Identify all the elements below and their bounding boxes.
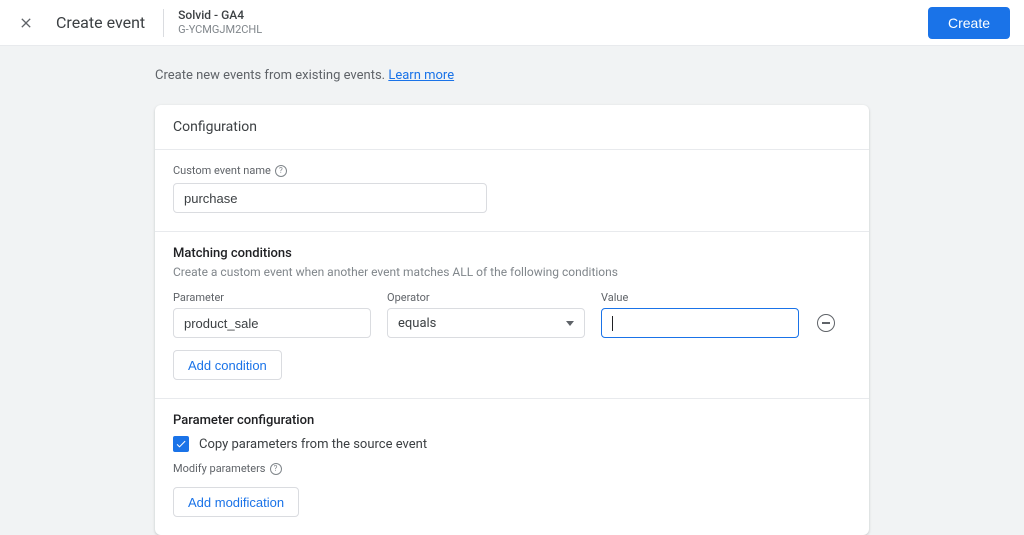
account-name: Solvid - GA4 [178,8,262,23]
header: Create event Solvid - GA4 G-YCMGJM2CHL C… [0,0,1024,46]
custom-event-name-input[interactable] [173,183,487,213]
content: Create new events from existing events. … [0,46,1024,535]
divider [163,9,164,37]
create-button[interactable]: Create [928,7,1010,39]
intro-text: Create new events from existing events. … [155,68,869,83]
copy-params-checkbox[interactable] [173,436,189,452]
help-icon[interactable]: ? [270,463,282,475]
close-icon[interactable] [14,11,38,35]
event-name-label: Custom event name ? [173,164,851,177]
operator-value: equals [398,316,436,331]
account-id: G-YCMGJM2CHL [178,23,262,37]
remove-condition-icon[interactable] [817,314,835,332]
section-matching: Matching conditions Create a custom even… [155,232,869,399]
section-param-config: Parameter configuration Copy parameters … [155,399,869,535]
configuration-card: Configuration Custom event name ? Matchi… [155,105,869,535]
matching-title: Matching conditions [173,246,851,261]
help-icon[interactable]: ? [275,165,287,177]
parameter-input[interactable] [173,308,371,338]
copy-params-row: Copy parameters from the source event [173,436,851,452]
value-input[interactable] [601,308,799,338]
add-condition-button[interactable]: Add condition [173,350,282,380]
condition-labels: Parameter Operator Value [173,291,851,304]
page-title: Create event [56,13,145,32]
header-left: Create event Solvid - GA4 G-YCMGJM2CHL [14,8,262,37]
operator-select[interactable]: equals [387,308,585,338]
matching-subtitle: Create a custom event when another event… [173,265,851,279]
add-modification-button[interactable]: Add modification [173,487,299,517]
condition-row: equals [173,308,851,338]
modify-params-label: Modify parameters ? [173,462,851,475]
text-cursor [612,316,613,331]
chevron-down-icon [566,321,574,326]
col-value: Value [601,291,799,304]
card-title: Configuration [155,105,869,150]
col-parameter: Parameter [173,291,371,304]
intro-copy: Create new events from existing events. [155,68,388,83]
copy-params-label: Copy parameters from the source event [199,437,427,452]
account-block: Solvid - GA4 G-YCMGJM2CHL [178,8,262,37]
col-operator: Operator [387,291,585,304]
learn-more-link[interactable]: Learn more [388,68,454,83]
param-config-title: Parameter configuration [173,413,851,428]
section-event-name: Custom event name ? [155,150,869,232]
